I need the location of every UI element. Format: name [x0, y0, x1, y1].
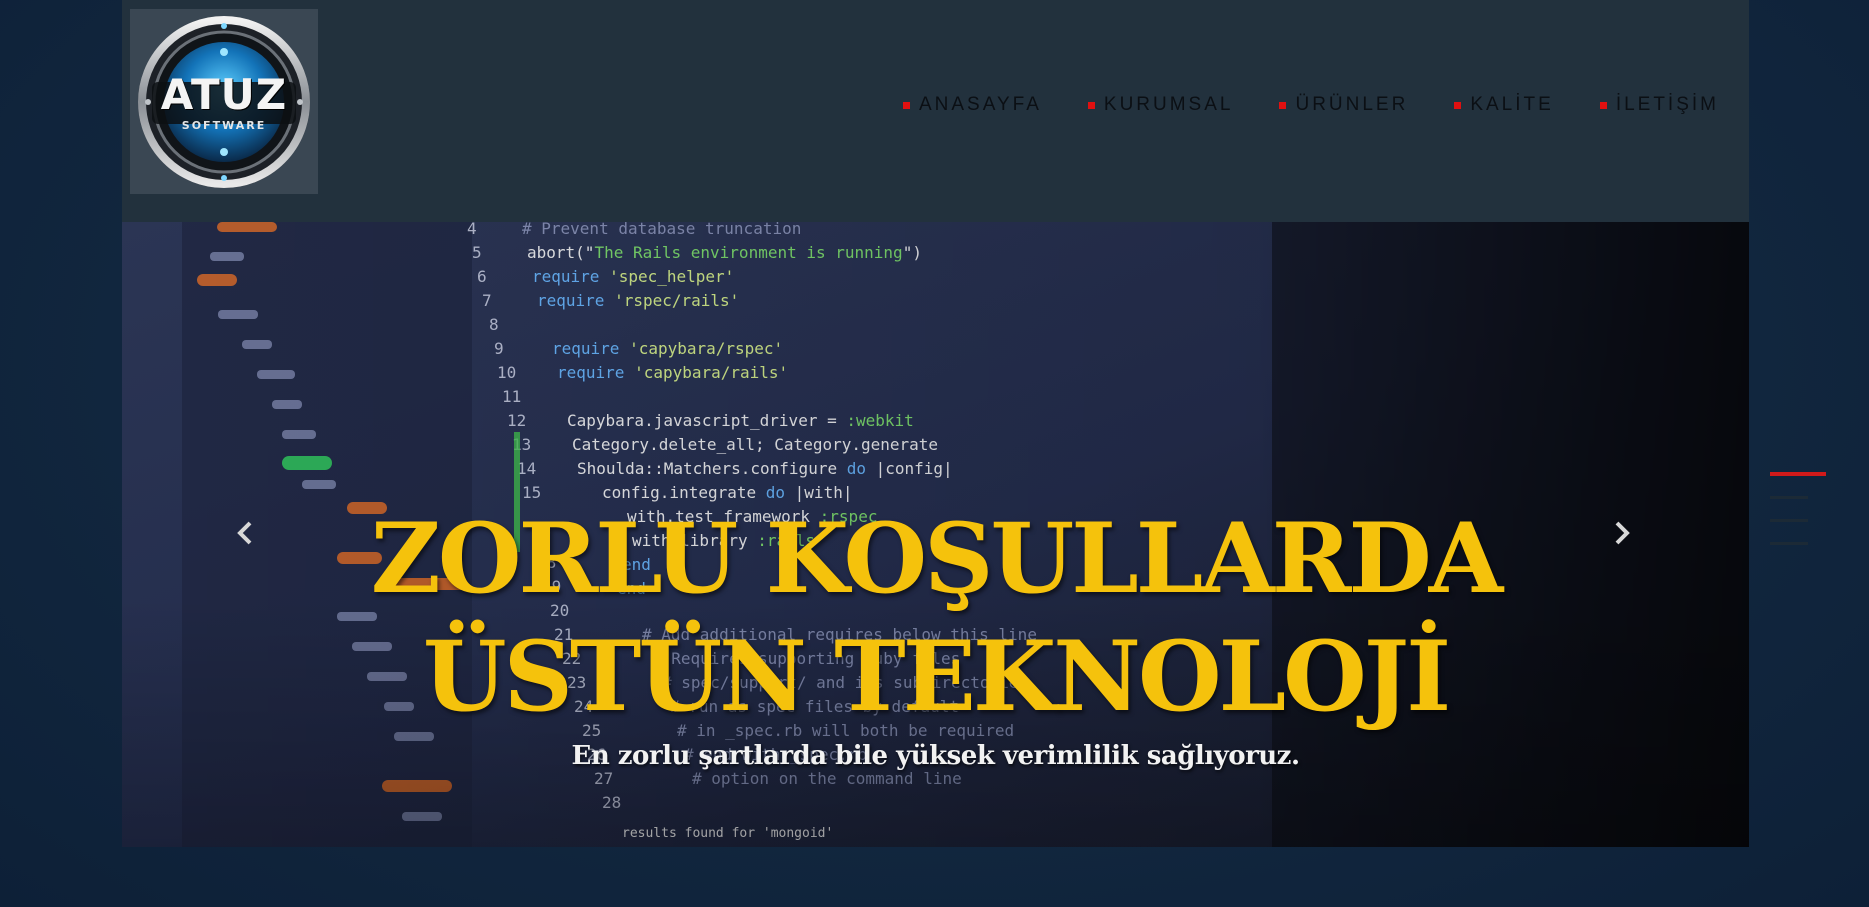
nav-item-label: KURUMSAL	[1103, 94, 1234, 115]
nav-item-kalite[interactable]: KALİTE	[1454, 94, 1553, 116]
nav-item-kurumsal[interactable]: KURUMSAL	[1087, 94, 1234, 116]
nav-item-label: ANASAYFA	[918, 94, 1042, 115]
nav-item-anasayfa[interactable]: ANASAYFA	[902, 94, 1042, 116]
nav-bullet-icon	[1599, 101, 1607, 109]
nav-bullet-icon	[1279, 101, 1287, 109]
site-logo[interactable]: ATUZ SOFTWARE	[130, 9, 318, 194]
logo-tagline-text: SOFTWARE	[181, 119, 267, 132]
nav-item-label: ÜRÜNLER	[1295, 94, 1409, 115]
hero-subtitle: En zorlu şartlarda bile yüksek verimlili…	[571, 741, 1301, 771]
slider-indicator-2[interactable]	[1770, 496, 1808, 499]
nav-item-iletisim[interactable]: İLETİŞİM	[1599, 94, 1719, 116]
nav-item-label: İLETİŞİM	[1615, 94, 1719, 115]
site-header: ATUZ SOFTWARE ANASAYFA KURUMSAL ÜRÜNLER …	[122, 0, 1749, 222]
hero-title-line-1: ZORLU KOŞULLARDA	[370, 502, 1503, 615]
nav-bullet-icon	[902, 101, 910, 109]
slider-indicators	[1770, 472, 1826, 565]
hero-slider: 456 789 101112 131415 171819 202122 2324…	[122, 222, 1749, 847]
slider-indicator-1[interactable]	[1770, 472, 1826, 476]
nav-bullet-icon	[1454, 101, 1462, 109]
nav-item-urunler[interactable]: ÜRÜNLER	[1279, 94, 1408, 116]
page-wrapper: ATUZ SOFTWARE ANASAYFA KURUMSAL ÜRÜNLER …	[122, 0, 1749, 847]
slider-indicator-3[interactable]	[1770, 519, 1808, 522]
nav-item-label: KALİTE	[1470, 94, 1554, 115]
hero-title: ZORLU KOŞULLARDA ÜSTÜN TEKNOLOJİ	[122, 500, 1749, 736]
hero-title-line-2: ÜSTÜN TEKNOLOJİ	[422, 620, 1451, 733]
main-nav: ANASAYFA KURUMSAL ÜRÜNLER KALİTE İLETİŞİ…	[857, 94, 1719, 116]
slider-indicator-4[interactable]	[1770, 542, 1808, 545]
nav-bullet-icon	[1087, 101, 1095, 109]
logo-brand-text: ATUZ	[160, 70, 288, 119]
